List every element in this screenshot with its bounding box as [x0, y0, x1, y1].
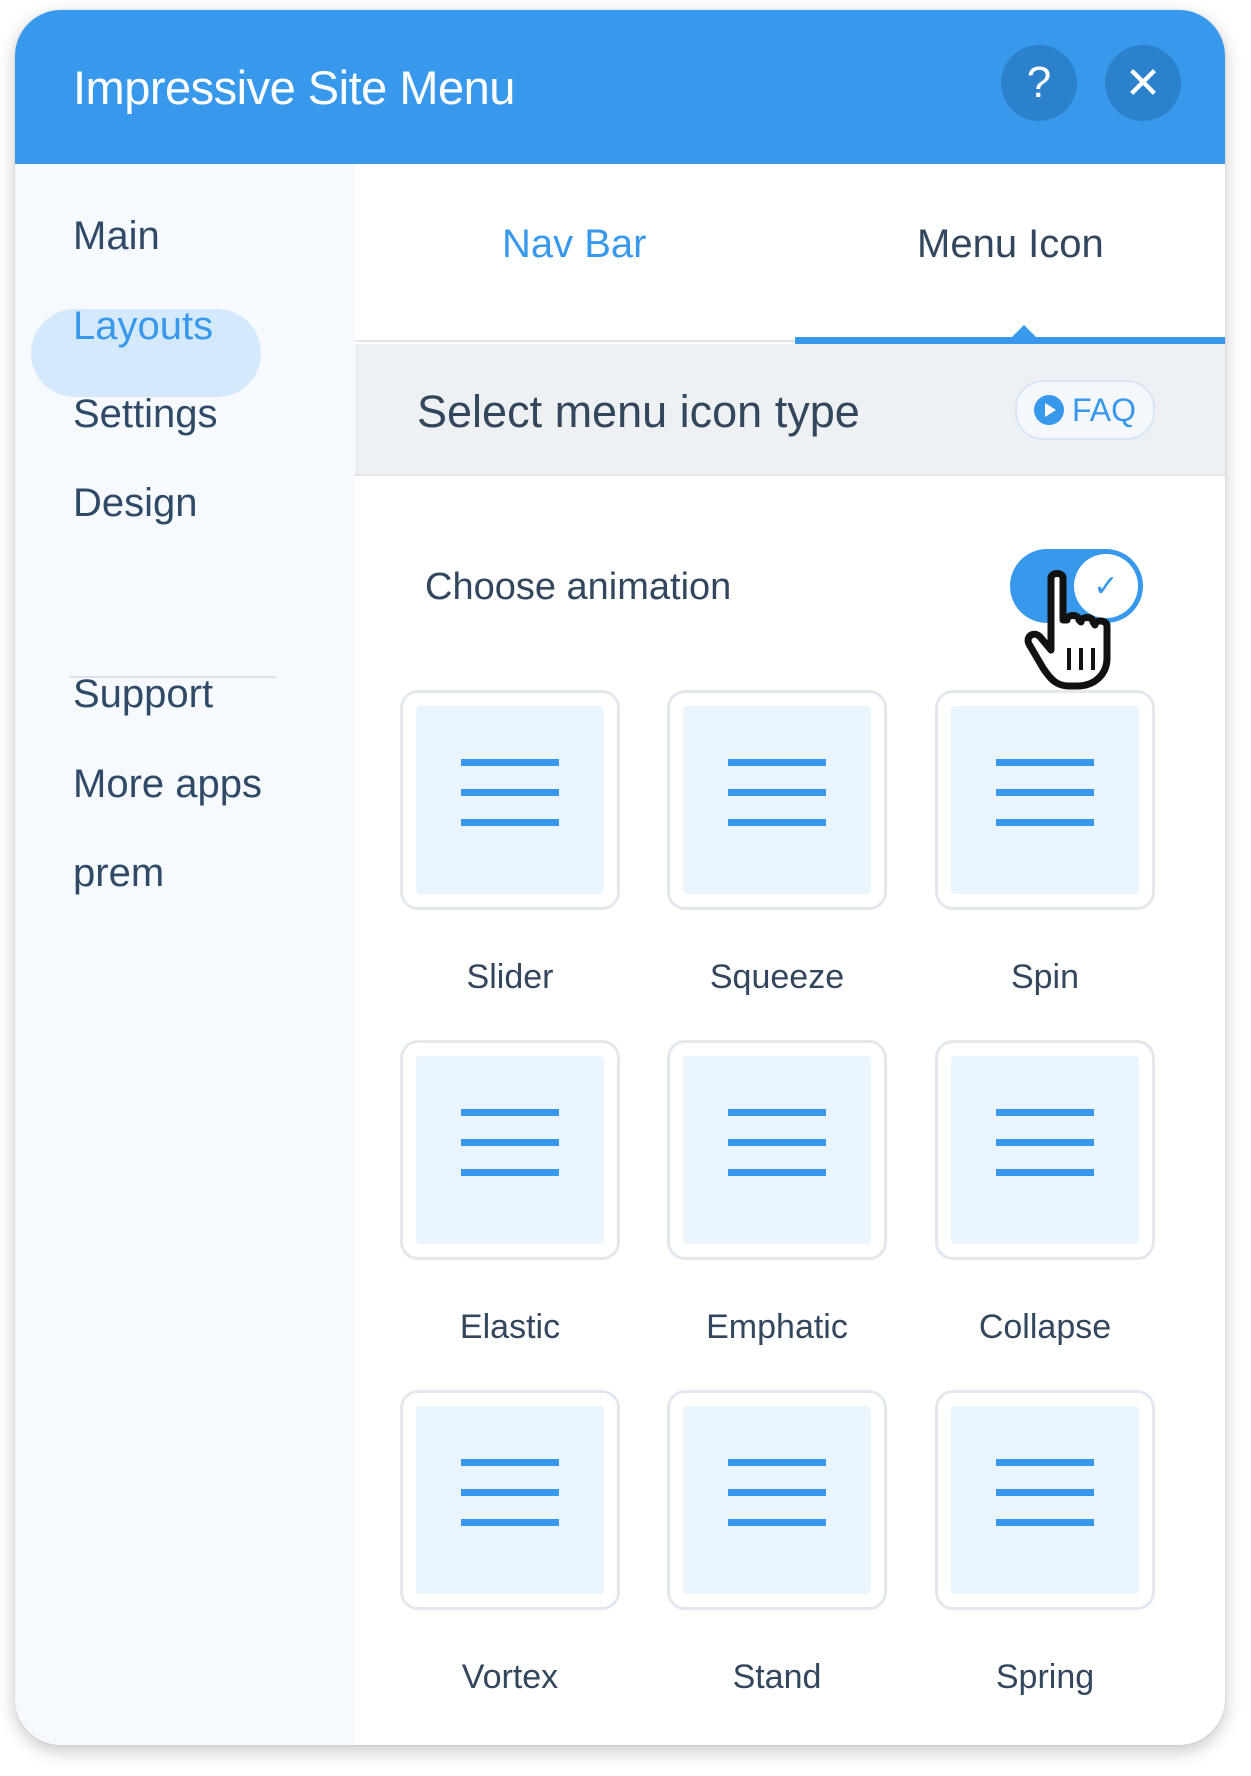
hamburger-line [461, 1139, 559, 1146]
tab-nav-bar[interactable]: Nav Bar [502, 222, 647, 267]
hamburger-icon [416, 706, 604, 894]
icon-option-card[interactable] [667, 1040, 887, 1260]
icon-option-card[interactable] [400, 690, 620, 910]
hamburger-line [461, 789, 559, 796]
section-title: Select menu icon type [417, 386, 860, 437]
hamburger-icon [951, 706, 1139, 894]
hamburger-icon [951, 1406, 1139, 1594]
icon-option-label[interactable]: Spring [915, 1658, 1175, 1697]
hamburger-line [996, 1489, 1094, 1496]
hamburger-line [728, 1109, 826, 1116]
hamburger-line [996, 759, 1094, 766]
hamburger-line [461, 1519, 559, 1526]
faq-label: FAQ [1071, 391, 1136, 428]
sidebar-item-settings[interactable]: Settings [73, 392, 218, 437]
hamburger-line [728, 1169, 826, 1176]
hamburger-line [461, 1459, 559, 1466]
icon-option-card[interactable] [400, 1040, 620, 1260]
hand-cursor-icon [1024, 570, 1111, 690]
tab-caret-icon [1010, 325, 1038, 339]
sidebar: Main Layouts Settings Design Support Mor… [15, 164, 355, 1745]
hamburger-line [728, 1489, 826, 1496]
icon-option-card[interactable] [935, 690, 1155, 910]
settings-panel: Impressive Site Menu ? ✕ Main Layouts Se… [15, 10, 1225, 1745]
hamburger-icon [951, 1056, 1139, 1244]
hamburger-icon [683, 706, 871, 894]
section-header: Select menu icon type FAQ [355, 344, 1225, 476]
tab-menu-icon[interactable]: Menu Icon [917, 222, 1104, 267]
icon-option-card[interactable] [400, 1390, 620, 1610]
hamburger-line [461, 1109, 559, 1116]
hamburger-line [996, 1109, 1094, 1116]
hamburger-line [728, 1519, 826, 1526]
icon-option-card[interactable] [667, 1390, 887, 1610]
hamburger-line [728, 1139, 826, 1146]
close-button[interactable]: ✕ [1105, 45, 1181, 121]
hamburger-line [461, 759, 559, 766]
hamburger-line [728, 759, 826, 766]
hamburger-line [728, 1459, 826, 1466]
hamburger-line [728, 819, 826, 826]
icon-option-label[interactable]: Emphatic [647, 1308, 907, 1347]
icon-option-label[interactable]: Stand [647, 1658, 907, 1697]
hamburger-icon [683, 1406, 871, 1594]
icon-option-label[interactable]: Squeeze [647, 958, 907, 997]
panel-title: Impressive Site Menu [73, 61, 515, 114]
icon-option-label[interactable]: Slider [380, 958, 640, 997]
sidebar-item-main[interactable]: Main [73, 214, 160, 259]
hamburger-line [996, 789, 1094, 796]
play-icon [1033, 395, 1064, 425]
help-icon: ? [1026, 58, 1052, 107]
hamburger-line [461, 1169, 559, 1176]
icon-option-label[interactable]: Spin [915, 958, 1175, 997]
icon-option-label[interactable]: Collapse [915, 1308, 1175, 1347]
hamburger-icon [416, 1056, 604, 1244]
hamburger-line [996, 1169, 1094, 1176]
animation-label: Choose animation [425, 566, 732, 608]
hamburger-line [996, 1519, 1094, 1526]
hamburger-line [728, 789, 826, 796]
faq-button[interactable]: FAQ [1015, 380, 1155, 440]
hamburger-line [996, 819, 1094, 826]
hamburger-line [461, 819, 559, 826]
icon-option-card[interactable] [935, 1390, 1155, 1610]
hamburger-icon [683, 1056, 871, 1244]
sidebar-item-design[interactable]: Design [73, 481, 198, 526]
hamburger-line [996, 1139, 1094, 1146]
icon-option-card[interactable] [935, 1040, 1155, 1260]
icon-option-label[interactable]: Elastic [380, 1308, 640, 1347]
hamburger-icon [416, 1406, 604, 1594]
sidebar-item-prem[interactable]: prem [73, 851, 164, 896]
sidebar-item-support[interactable]: Support [73, 672, 213, 717]
icon-option-card[interactable] [667, 690, 887, 910]
icon-option-label[interactable]: Vortex [380, 1658, 640, 1697]
help-button[interactable]: ? [1001, 45, 1077, 121]
sidebar-item-layouts[interactable]: Layouts [73, 304, 213, 349]
sidebar-item-more-apps[interactable]: More apps [73, 762, 262, 807]
hamburger-line [996, 1459, 1094, 1466]
hamburger-line [461, 1489, 559, 1496]
close-icon: ✕ [1124, 58, 1162, 108]
panel-header: Impressive Site Menu ? ✕ [15, 10, 1225, 164]
